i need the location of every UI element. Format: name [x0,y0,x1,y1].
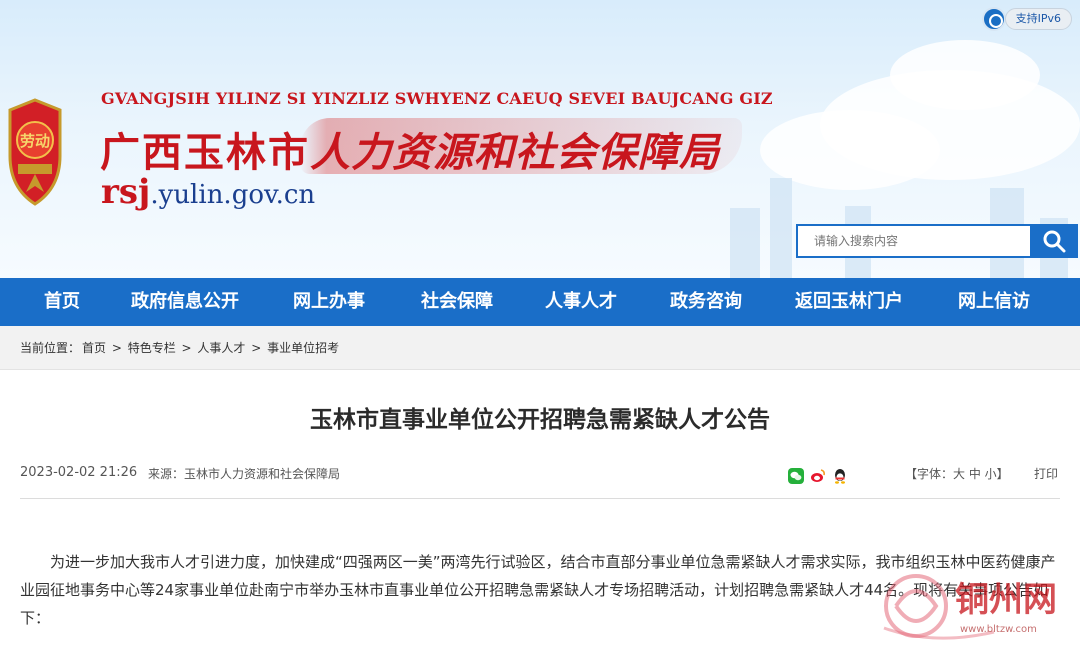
header-banner: 支持IPv6 劳动 GVANGJSIH YILINZ SI YINZLIZ SW… [0,0,1080,278]
search-icon [1043,230,1066,253]
breadcrumb-item-home[interactable]: 首页 [82,341,106,355]
font-size-switcher[interactable]: 【字体：大 中 小】 [905,465,1009,482]
nav-item-gov-info[interactable]: 政府信息公开 [131,278,239,326]
ipv6-globe-icon [982,7,1006,31]
nav-item-personnel[interactable]: 人事人才 [545,278,617,326]
breadcrumb-label: 当前位置： [20,341,81,355]
ipv6-badge[interactable]: 支持IPv6 [1004,8,1072,30]
breadcrumb-item-recruitment[interactable]: 事业单位招考 [267,341,339,355]
main-nav: 首页 政府信息公开 网上办事 社会保障 人事人才 政务咨询 返回玉林门户 网上信… [0,278,1080,326]
cloud-decoration [890,40,1040,110]
search-button[interactable] [1030,224,1078,258]
site-domain: rsj.yulin.gov.cn [101,172,315,212]
breadcrumb-separator: > [108,341,126,355]
weibo-icon[interactable] [810,468,826,484]
skyline-building [730,208,760,278]
domain-suffix: .yulin.gov.cn [150,180,316,210]
site-city-name: 广西玉林市 [100,129,310,176]
nav-item-home[interactable]: 首页 [44,278,80,326]
print-link[interactable]: 打印 [1034,465,1058,482]
article-source: 来源：玉林市人力资源和社会保障局 [148,467,341,481]
meta-divider [20,498,1060,499]
breadcrumb-separator: > [247,341,266,355]
domain-prefix: rsj [101,172,151,212]
site-bureau-name: 人力资源和社会保障局 [310,129,720,176]
breadcrumb-separator: > [177,341,196,355]
labor-emblem-logo: 劳动 [8,98,62,206]
breadcrumb: 当前位置： 首页 > 特色专栏 > 人事人才 > 事业单位招考 [0,326,1080,370]
search-input[interactable] [796,224,1030,258]
qq-icon[interactable] [832,468,848,484]
nav-item-consult[interactable]: 政务咨询 [670,278,742,326]
watermark-text: 铜州网 [955,580,1057,620]
nav-item-online-service[interactable]: 网上办事 [293,278,365,326]
publish-date: 2023-02-02 21:26 [20,465,138,480]
svg-text:劳动: 劳动 [20,132,50,150]
skyline-building [770,178,792,278]
breadcrumb-item-personnel[interactable]: 人事人才 [197,341,245,355]
pinyin-site-name: GVANGJSIH YILINZ SI YINZLIZ SWHYENZ CAEU… [101,89,773,108]
nav-item-social-security[interactable]: 社会保障 [421,278,493,326]
nav-item-portal[interactable]: 返回玉林门户 [795,278,903,326]
nav-item-petition[interactable]: 网上信访 [958,278,1030,326]
breadcrumb-item-special[interactable]: 特色专栏 [128,341,176,355]
watermark-url: www.bltzw.com [960,624,1037,635]
wechat-icon[interactable] [788,468,804,484]
article-title: 玉林市直事业单位公开招聘急需紧缺人才公告 [310,407,770,433]
